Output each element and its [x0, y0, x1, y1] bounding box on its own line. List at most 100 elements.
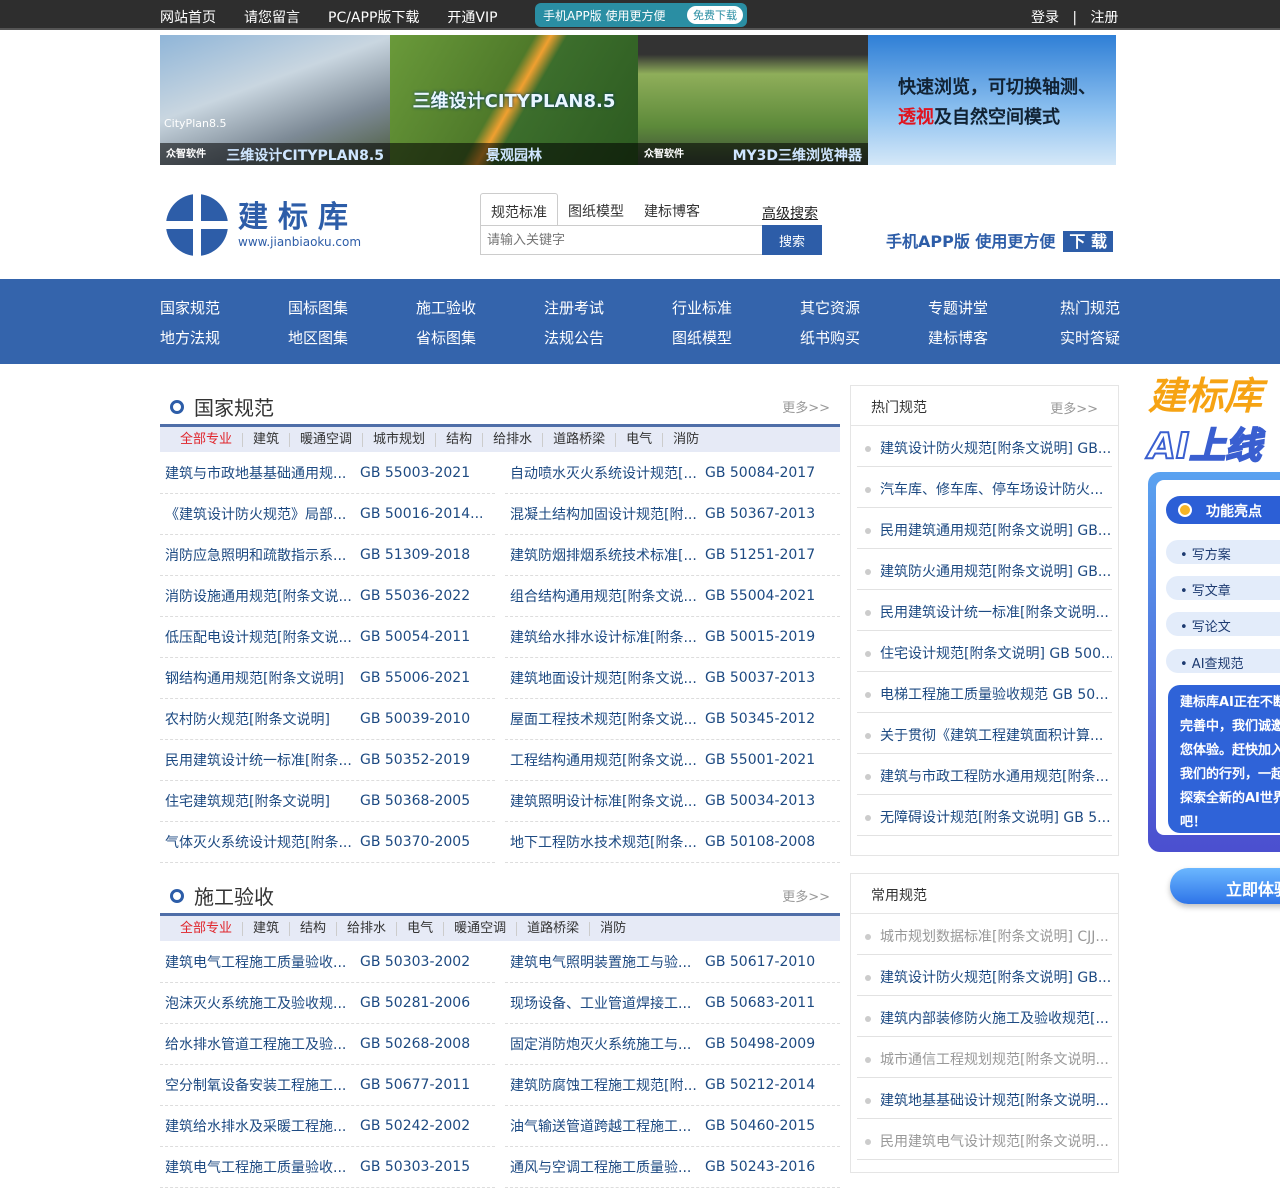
- banner-browse-modes[interactable]: 快速浏览，可切换轴测、 透视及自然空间模式: [868, 35, 1116, 165]
- top-link[interactable]: 网站首页: [160, 7, 216, 27]
- list-item[interactable]: 城市通信工程规划规范[附条文说明...: [857, 1037, 1112, 1078]
- standard-name[interactable]: 建筑给水排水及采暖工程施...: [160, 1116, 360, 1136]
- list-item[interactable]: 城市规划数据标准[附条文说明] CJJ...: [857, 914, 1112, 955]
- standard-item[interactable]: 气体灭火系统设计规范[附条... GB 50370-2005: [160, 822, 495, 863]
- standard-code[interactable]: GB 50037-2013: [705, 670, 840, 686]
- standard-name[interactable]: 固定消防炮灭火系统施工与...: [505, 1034, 705, 1054]
- standard-name[interactable]: 建筑电气工程施工质量验收...: [160, 1157, 360, 1177]
- category-tab[interactable]: 全部专业: [170, 921, 244, 936]
- list-item[interactable]: 无障碍设计规范[附条文说明] GB 5...: [857, 795, 1112, 836]
- search-input[interactable]: [480, 225, 763, 255]
- standard-code[interactable]: GB 55004-2021: [705, 588, 840, 604]
- standard-code[interactable]: GB 50303-2002: [360, 954, 495, 970]
- standard-item[interactable]: 自动喷水灭火系统设计规范[... GB 50084-2017: [505, 453, 840, 494]
- advanced-search-link[interactable]: 高级搜索: [762, 203, 818, 223]
- standard-item[interactable]: 泡沫灭火系统施工及验收规... GB 50281-2006: [160, 983, 495, 1024]
- standard-item[interactable]: 工程结构通用规范[附条文说... GB 55001-2021: [505, 740, 840, 781]
- standard-name[interactable]: 现场设备、工业管道焊接工...: [505, 993, 705, 1013]
- list-item[interactable]: 建筑地基基础设计规范[附条文说明...: [857, 1078, 1112, 1119]
- more-link[interactable]: 更多>>: [1050, 398, 1098, 417]
- standard-name[interactable]: 建筑地面设计规范[附条文说...: [505, 668, 705, 688]
- list-item[interactable]: 民用建筑设计统一标准[附条文说明...: [857, 590, 1112, 631]
- standard-code[interactable]: GB 50498-2009: [705, 1036, 840, 1052]
- standard-code[interactable]: GB 50281-2006: [360, 995, 495, 1011]
- nav-item[interactable]: 专题讲堂: [928, 297, 988, 318]
- site-logo[interactable]: 建标库 www.jianbiaoku.com: [166, 194, 361, 256]
- standard-item[interactable]: 空分制氧设备安装工程施工... GB 50677-2011: [160, 1065, 495, 1106]
- standard-code[interactable]: GB 50345-2012: [705, 711, 840, 727]
- category-tab[interactable]: 城市规划: [363, 432, 437, 447]
- standard-code[interactable]: GB 50015-2019: [705, 629, 840, 645]
- standard-name[interactable]: 消防应急照明和疏散指示系...: [160, 545, 360, 565]
- register-link[interactable]: 注册: [1090, 10, 1118, 26]
- standard-item[interactable]: 建筑电气照明装置施工与验... GB 50617-2010: [505, 942, 840, 983]
- standard-name[interactable]: 建筑电气照明装置施工与验...: [505, 952, 705, 972]
- standard-code[interactable]: GB 51251-2017: [705, 547, 840, 563]
- standard-code[interactable]: GB 50460-2015: [705, 1118, 840, 1134]
- category-tab[interactable]: 电气: [397, 921, 445, 936]
- top-link[interactable]: PC/APP版下载: [328, 7, 419, 27]
- standard-name[interactable]: 建筑照明设计标准[附条文说...: [505, 791, 705, 811]
- standard-name[interactable]: 住宅建筑规范[附条文说明]: [160, 791, 360, 811]
- standard-code[interactable]: GB 50683-2011: [705, 995, 840, 1011]
- app-promo-button[interactable]: 手机APP版 使用更方便 免费下载: [535, 3, 747, 27]
- list-item[interactable]: 关于贯彻《建筑工程建筑面积计算...: [857, 713, 1112, 754]
- standard-name[interactable]: 《建筑设计防火规范》局部...: [160, 504, 360, 524]
- nav-item[interactable]: 注册考试: [544, 297, 604, 318]
- standard-name[interactable]: 泡沫灭火系统施工及验收规...: [160, 993, 360, 1013]
- standard-name[interactable]: 地下工程防水技术规范[附条...: [505, 832, 705, 852]
- standard-code[interactable]: GB 55006-2021: [360, 670, 495, 686]
- standard-item[interactable]: 建筑与市政地基基础通用规... GB 55003-2021: [160, 453, 495, 494]
- standard-item[interactable]: 混凝土结构加固设计规范[附... GB 50367-2013: [505, 494, 840, 535]
- feature-item[interactable]: • 写论文: [1166, 612, 1280, 636]
- standard-item[interactable]: 消防应急照明和疏散指示系... GB 51309-2018: [160, 535, 495, 576]
- standard-name[interactable]: 屋面工程技术规范[附条文说...: [505, 709, 705, 729]
- list-item[interactable]: 汽车库、修车库、停车场设计防火...: [857, 467, 1112, 508]
- standard-code[interactable]: GB 55001-2021: [705, 752, 840, 768]
- category-tab[interactable]: 结构: [436, 432, 484, 447]
- standard-item[interactable]: 地下工程防水技术规范[附条... GB 50108-2008: [505, 822, 840, 863]
- try-now-button[interactable]: 立即体验: [1170, 868, 1280, 904]
- nav-item[interactable]: 国标图集: [288, 297, 348, 318]
- free-download-button[interactable]: 免费下载: [687, 6, 743, 24]
- standard-code[interactable]: GB 50242-2002: [360, 1118, 495, 1134]
- category-tab[interactable]: 全部专业: [170, 432, 244, 447]
- standard-item[interactable]: 通风与空调工程施工质量验... GB 50243-2016: [505, 1147, 840, 1188]
- standard-item[interactable]: 低压配电设计规范[附条文说... GB 50054-2011: [160, 617, 495, 658]
- category-tab[interactable]: 消防: [663, 432, 709, 447]
- feature-item[interactable]: • AI查规范: [1166, 649, 1280, 673]
- standard-item[interactable]: 建筑电气工程施工质量验收... GB 50303-2015: [160, 1147, 495, 1188]
- standard-name[interactable]: 钢结构通用规范[附条文说明]: [160, 668, 360, 688]
- standard-item[interactable]: 油气输送管道跨越工程施工... GB 50460-2015: [505, 1106, 840, 1147]
- nav-item[interactable]: 其它资源: [800, 297, 860, 318]
- standard-code[interactable]: GB 51309-2018: [360, 547, 495, 563]
- standard-item[interactable]: 组合结构通用规范[附条文说... GB 55004-2021: [505, 576, 840, 617]
- standard-item[interactable]: 建筑给水排水设计标准[附条... GB 50015-2019: [505, 617, 840, 658]
- standard-code[interactable]: GB 50367-2013: [705, 506, 840, 522]
- top-link[interactable]: 请您留言: [244, 7, 300, 27]
- standard-code[interactable]: GB 50039-2010: [360, 711, 495, 727]
- category-tab[interactable]: 消防: [590, 921, 636, 936]
- more-link[interactable]: 更多>>: [782, 397, 830, 416]
- banner-my3d[interactable]: 众智软件 MY3D三维浏览神器: [638, 35, 868, 165]
- standard-name[interactable]: 建筑防烟排烟系统技术标准[...: [505, 545, 705, 565]
- standard-item[interactable]: 钢结构通用规范[附条文说明] GB 55006-2021: [160, 658, 495, 699]
- more-link[interactable]: 更多>>: [782, 886, 830, 905]
- category-tab[interactable]: 结构: [290, 921, 338, 936]
- standard-item[interactable]: 固定消防炮灭火系统施工与... GB 50498-2009: [505, 1024, 840, 1065]
- list-item[interactable]: 建筑与市政工程防水通用规范[附条...: [857, 754, 1112, 795]
- app-download-button[interactable]: 下 载: [1063, 231, 1113, 252]
- standard-item[interactable]: 消防设施通用规范[附条文说... GB 55036-2022: [160, 576, 495, 617]
- nav-item[interactable]: 地区图集: [288, 327, 348, 348]
- standard-code[interactable]: GB 55036-2022: [360, 588, 495, 604]
- tab-standards[interactable]: 规范标准: [480, 193, 558, 226]
- standard-item[interactable]: 住宅建筑规范[附条文说明] GB 50368-2005: [160, 781, 495, 822]
- standard-item[interactable]: 建筑电气工程施工质量验收... GB 50303-2002: [160, 942, 495, 983]
- category-tab[interactable]: 道路桥梁: [543, 432, 617, 447]
- list-item[interactable]: 民用建筑电气设计规范[附条文说明...: [857, 1119, 1112, 1160]
- standard-name[interactable]: 消防设施通用规范[附条文说...: [160, 586, 360, 606]
- standard-code[interactable]: GB 50368-2005: [360, 793, 495, 809]
- standard-code[interactable]: GB 50303-2015: [360, 1159, 495, 1175]
- nav-item[interactable]: 省标图集: [416, 327, 476, 348]
- standard-name[interactable]: 自动喷水灭火系统设计规范[...: [505, 463, 705, 483]
